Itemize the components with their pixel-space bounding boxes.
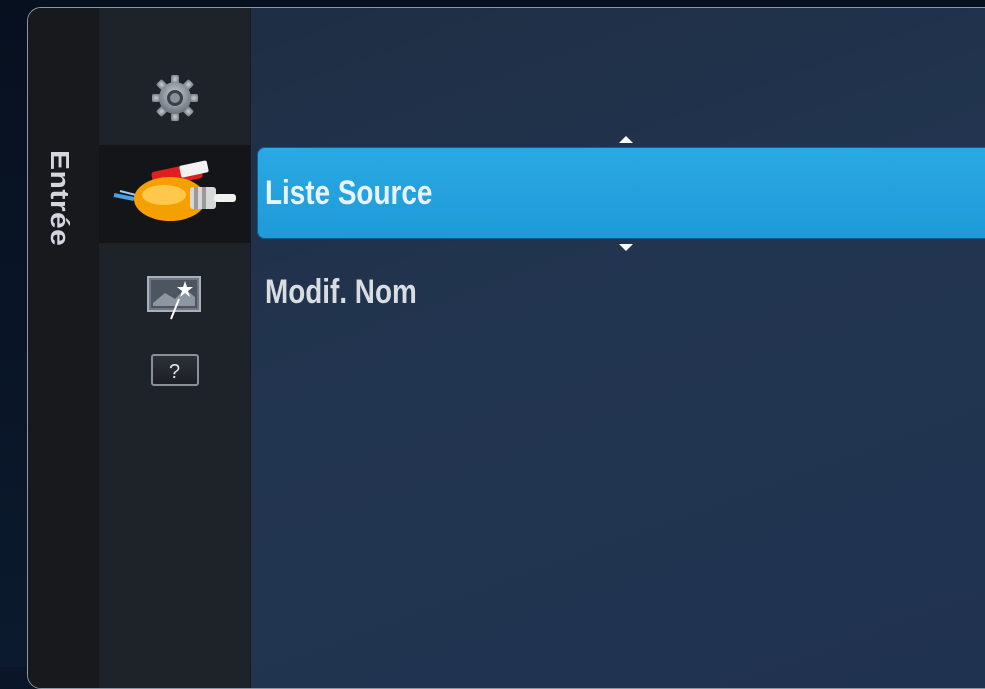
scroll-up-arrow[interactable] — [619, 136, 633, 143]
icon-column: ? — [99, 8, 320, 688]
help-icon: ? — [150, 354, 199, 386]
av-cable-icon — [110, 157, 240, 232]
settings-panel: Entrée ? Liste Source Modif. Nom — [27, 7, 985, 689]
category-label: Entrée — [44, 150, 73, 247]
menu-item-label: Modif. Nom — [265, 273, 417, 311]
tv-screen: Entrée ? Liste Source Modif. Nom — [0, 0, 985, 689]
picture-edit-icon — [145, 273, 205, 328]
scroll-down-arrow[interactable] — [619, 244, 633, 251]
menu-icon-picture[interactable] — [99, 270, 250, 330]
category-strip: Entrée — [28, 8, 99, 688]
menu-icon-setup[interactable] — [99, 70, 250, 130]
menu-item-liste-source[interactable]: Liste Source — [257, 147, 985, 239]
menu-icon-input[interactable] — [99, 145, 250, 243]
menu-content: Liste Source Modif. Nom — [250, 8, 985, 688]
menu-item-label: Liste Source — [265, 174, 433, 212]
menu-item-modif-nom[interactable]: Modif. Nom — [257, 264, 985, 320]
gear-icon — [149, 72, 201, 129]
menu-icon-help[interactable]: ? — [99, 348, 250, 392]
